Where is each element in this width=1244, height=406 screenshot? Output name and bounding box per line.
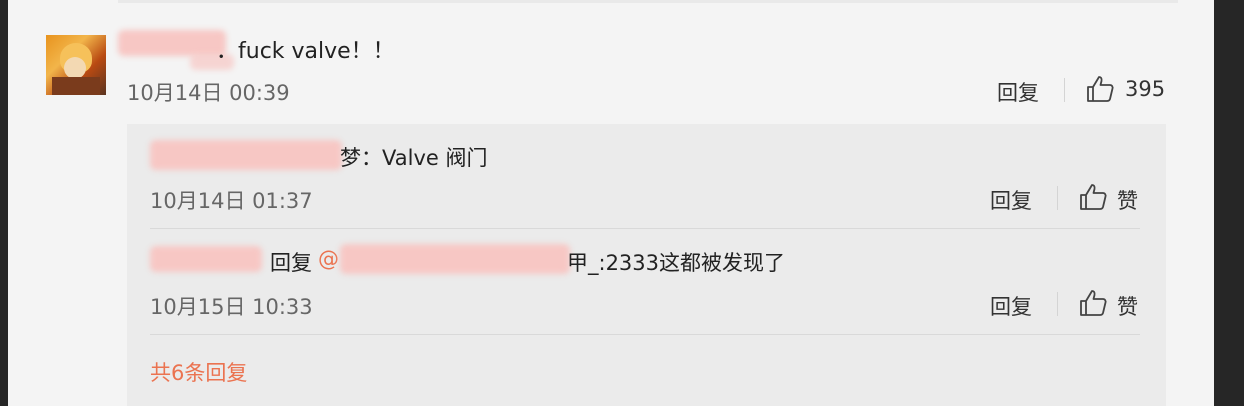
reply-button[interactable]: 回复 [997,77,1039,107]
action-separator [1064,78,1065,102]
action-separator [1057,186,1058,210]
comment-text: ．fuck valve！！ [216,39,395,64]
reply-divider [150,334,1140,335]
redacted-mention [340,244,570,274]
reply-divider [150,228,1140,229]
reply-2-reply-button[interactable]: 回复 [990,291,1032,321]
thumbs-up-icon[interactable] [1085,74,1115,104]
reply-2-prefix: 回复 [270,251,312,275]
reply-1-reply-button[interactable]: 回复 [990,185,1032,215]
top-divider [118,0,1178,3]
reply-2-mention[interactable]: @ [318,247,339,271]
reply-2-timestamp: 10月15日 10:33 [150,295,313,319]
right-edge [1214,0,1244,406]
view-all-replies-link[interactable]: 共6条回复 [150,357,247,387]
redacted-username [118,30,226,56]
action-separator [1057,292,1058,316]
thumbs-up-icon[interactable] [1078,182,1108,212]
redacted-reply-user-1 [150,140,342,170]
left-edge [0,0,8,406]
reply-2-text: 甲_:2333这都被发现了 [567,251,786,275]
reply-1-text: 梦：Valve 阀门 [340,146,488,170]
reply-1-like-button[interactable]: 赞 [1117,185,1138,215]
like-count: 395 [1125,77,1166,101]
redacted-reply-user-2 [150,246,262,272]
reply-2-like-button[interactable]: 赞 [1117,291,1138,321]
thumbs-up-icon[interactable] [1078,288,1108,318]
comment-timestamp: 10月14日 00:39 [127,81,290,105]
avatar[interactable] [46,35,106,95]
reply-1-timestamp: 10月14日 01:37 [150,189,313,213]
